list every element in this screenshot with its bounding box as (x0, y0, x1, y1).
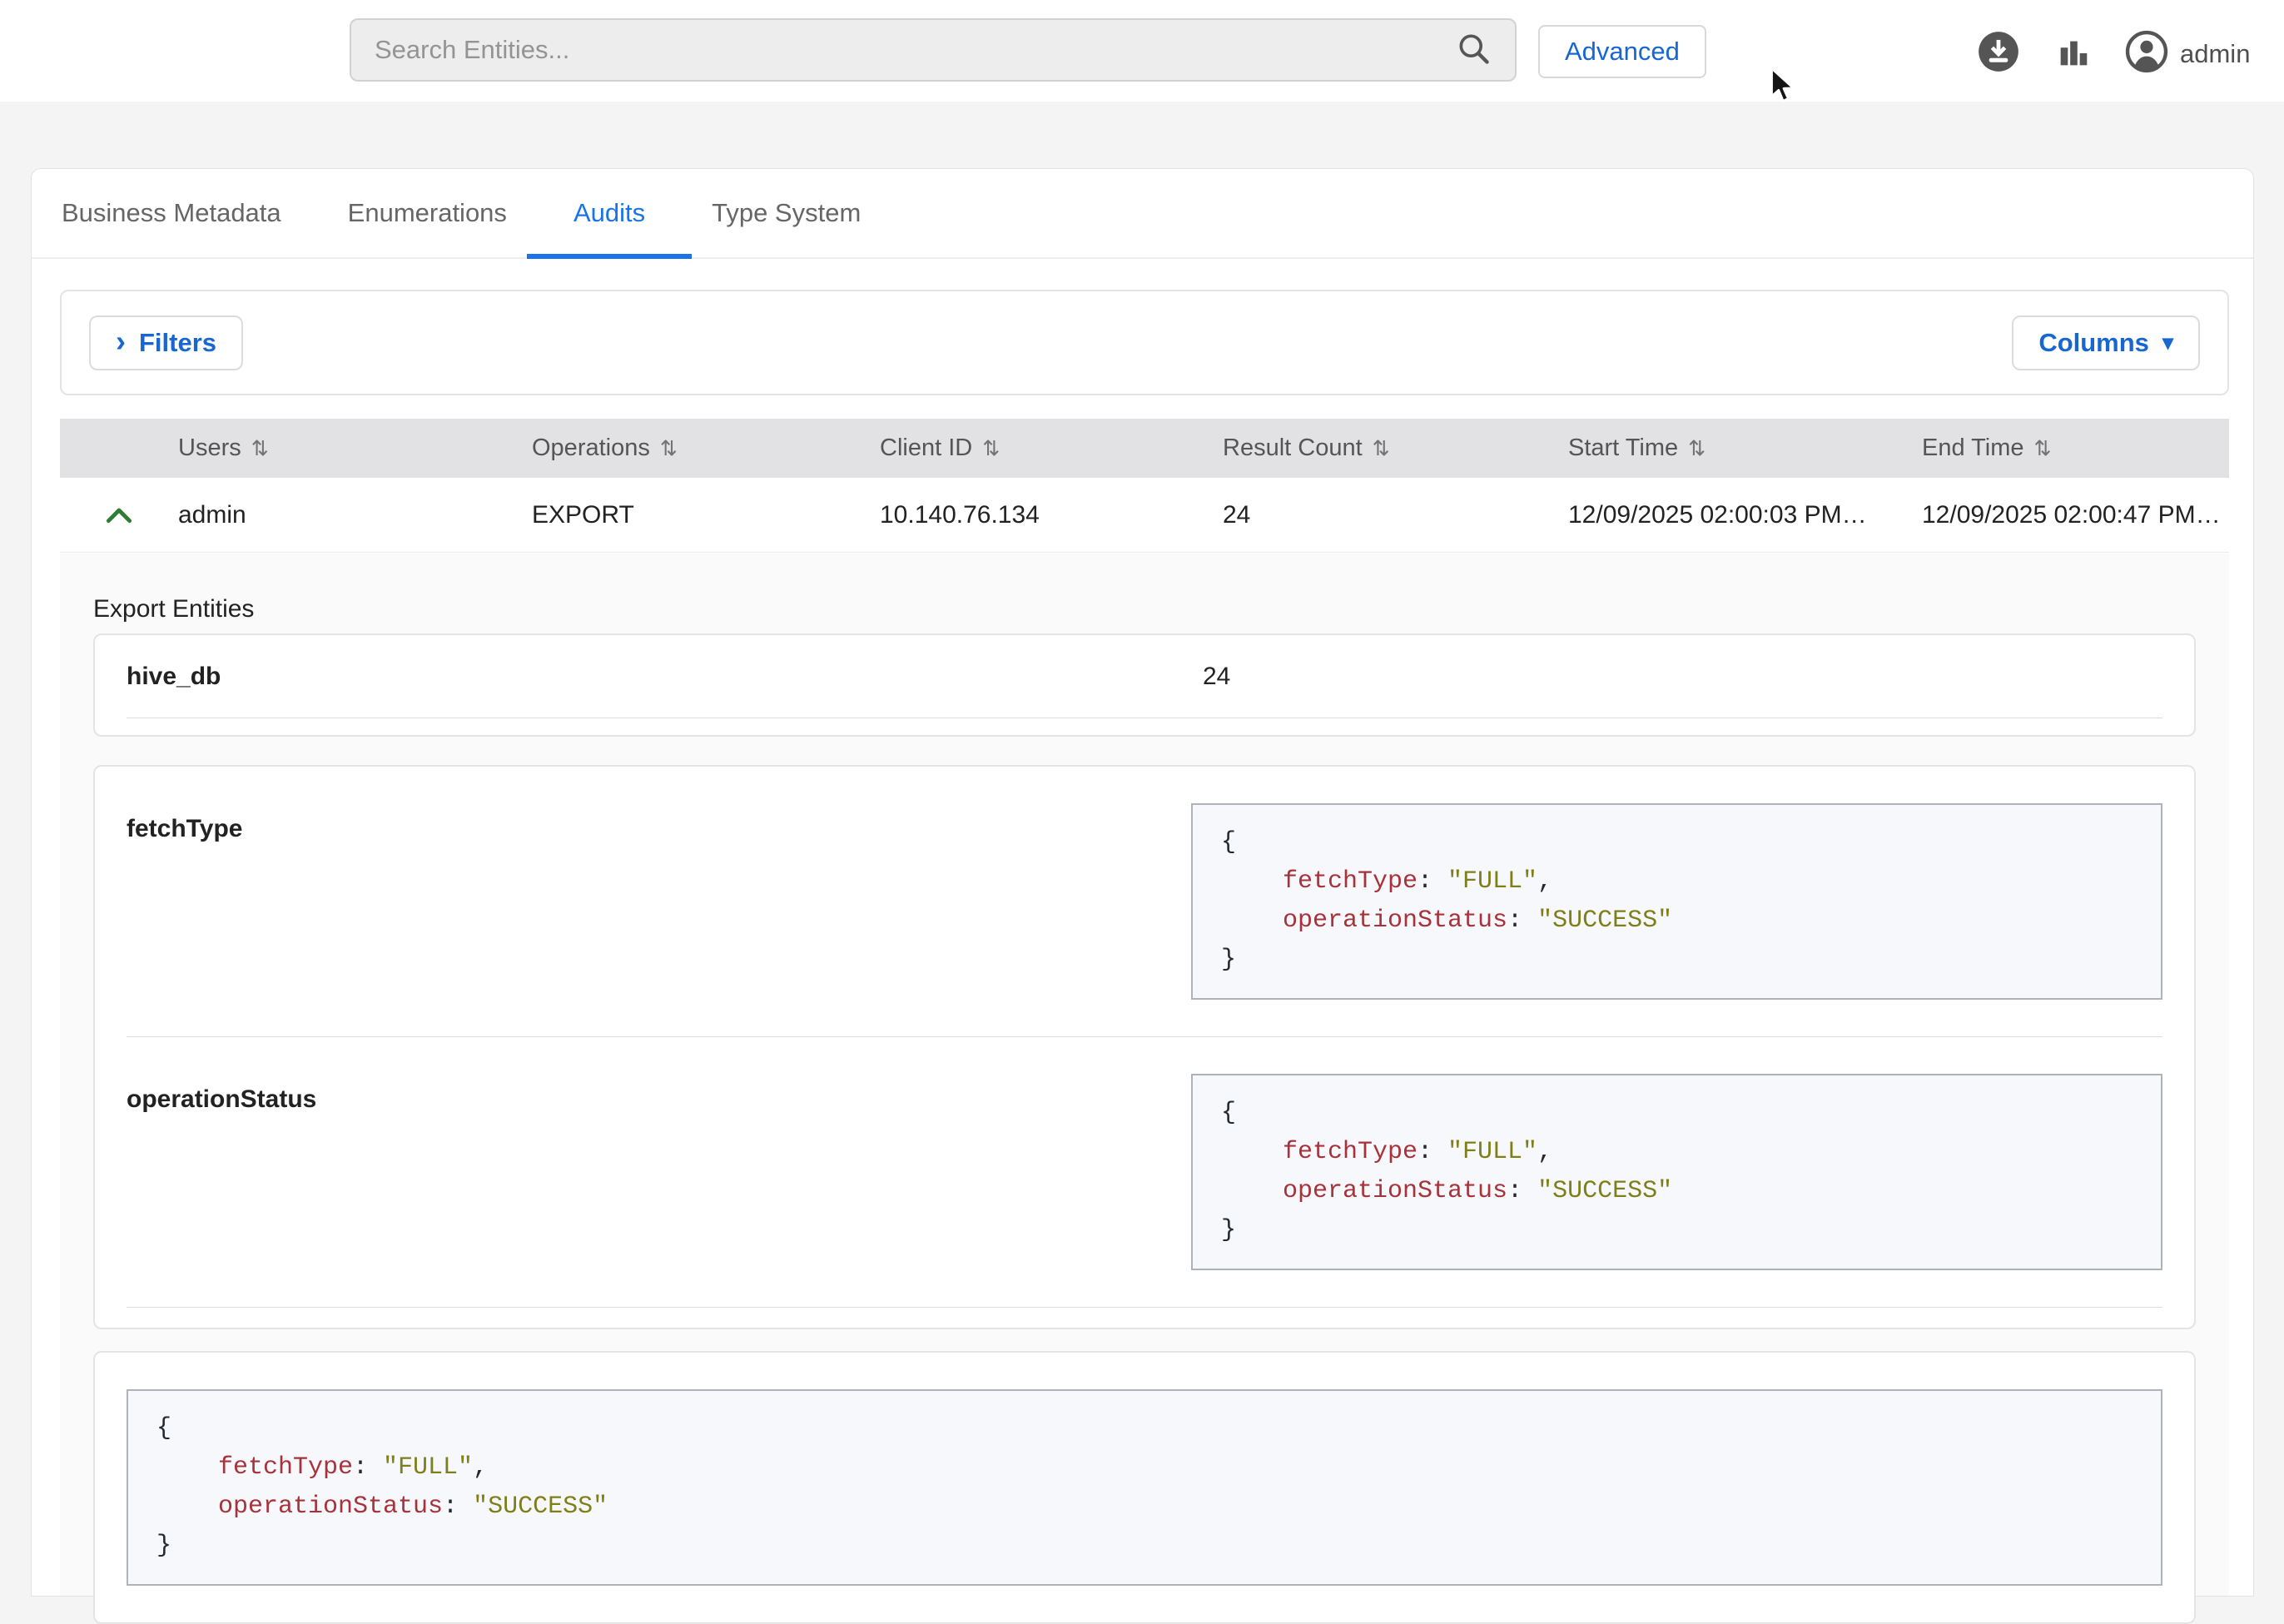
cell-operation: EXPORT (532, 501, 880, 529)
entity-count-value: 24 (1203, 663, 1230, 691)
columns-button-label: Columns (2038, 328, 2149, 358)
search-input[interactable] (375, 35, 1455, 65)
table-header-row: Users ⇅ Operations ⇅ Client ID ⇅ Result … (60, 419, 2229, 478)
column-header-end-time[interactable]: End Time ⇅ (1922, 435, 2229, 462)
search-icon[interactable] (1455, 30, 1492, 71)
sort-icon: ⇅ (1373, 436, 1390, 461)
property-label: operationStatus (127, 1074, 1191, 1270)
tab-audits[interactable]: Audits (573, 169, 645, 257)
columns-button[interactable]: Columns ▾ (2012, 315, 2200, 370)
cell-result-count: 24 (1223, 501, 1568, 529)
entity-type-label: hive_db (127, 663, 1203, 691)
property-label: fetchType (127, 803, 1191, 1000)
sort-icon: ⇅ (2034, 436, 2052, 461)
raw-result-card: { fetchType: "FULL", operationStatus: "S… (93, 1351, 2196, 1624)
tab-bar: Business Metadata Enumerations Audits Ty… (32, 169, 2253, 259)
sort-icon: ⇅ (1688, 436, 1706, 461)
search-box[interactable] (350, 18, 1517, 82)
tab-business-metadata[interactable]: Business Metadata (62, 169, 281, 257)
username-label: admin (2180, 39, 2250, 69)
tab-enumerations[interactable]: Enumerations (348, 169, 507, 257)
column-header-result-count[interactable]: Result Count ⇅ (1223, 435, 1568, 462)
json-snippet: { fetchType: "FULL", operationStatus: "S… (127, 1389, 2162, 1586)
json-snippet: { fetchType: "FULL", operationStatus: "S… (1191, 1074, 2162, 1270)
download-icon[interactable] (1977, 30, 2020, 77)
administration-panel: Business Metadata Enumerations Audits Ty… (31, 168, 2254, 1597)
chevron-right-icon: › (116, 326, 126, 356)
entity-count-row: hive_db 24 (127, 635, 2162, 718)
sort-icon: ⇅ (251, 436, 269, 461)
audit-detail-panel: Export Entities hive_db 24 fetchType { f… (60, 554, 2229, 1596)
property-row-operationstatus: operationStatus { fetchType: "FULL", ope… (127, 1037, 2162, 1308)
table-toolbar: › Filters Columns ▾ (60, 290, 2229, 395)
json-snippet: { fetchType: "FULL", operationStatus: "S… (1191, 803, 2162, 1000)
table-row[interactable]: admin EXPORT 10.140.76.134 24 12/09/2025… (60, 478, 2229, 553)
tab-type-system[interactable]: Type System (712, 169, 861, 257)
column-header-operations[interactable]: Operations ⇅ (532, 435, 880, 462)
property-row-fetchtype: fetchType { fetchType: "FULL", operation… (127, 767, 2162, 1037)
export-entities-title: Export Entities (93, 554, 2196, 623)
filters-button-label: Filters (139, 328, 216, 358)
column-header-users[interactable]: Users ⇅ (178, 435, 532, 462)
user-menu[interactable]: admin (2125, 30, 2250, 77)
sort-icon: ⇅ (660, 436, 678, 461)
sort-icon: ⇅ (982, 436, 1000, 461)
audits-table: Users ⇅ Operations ⇅ Client ID ⇅ Result … (60, 419, 2229, 553)
cell-start-time: 12/09/2025 02:00:03 PM… (1568, 501, 1922, 529)
statistics-chart-icon[interactable] (2054, 33, 2093, 76)
cell-client-id: 10.140.76.134 (880, 501, 1223, 529)
column-header-start-time[interactable]: Start Time ⇅ (1568, 435, 1922, 462)
user-avatar-icon (2125, 30, 2168, 77)
column-header-client-id[interactable]: Client ID ⇅ (880, 435, 1223, 462)
result-properties-card: fetchType { fetchType: "FULL", operation… (93, 765, 2196, 1329)
export-entities-card: hive_db 24 (93, 633, 2196, 737)
collapse-row-chevron-up-icon[interactable] (60, 507, 178, 524)
cell-user: admin (178, 501, 532, 529)
advanced-search-button[interactable]: Advanced (1538, 25, 1706, 78)
filters-button[interactable]: › Filters (89, 315, 243, 370)
caret-down-icon: ▾ (2162, 330, 2173, 355)
top-bar: Advanced admin (0, 0, 2284, 102)
cell-end-time: 12/09/2025 02:00:47 PM… (1922, 501, 2229, 529)
